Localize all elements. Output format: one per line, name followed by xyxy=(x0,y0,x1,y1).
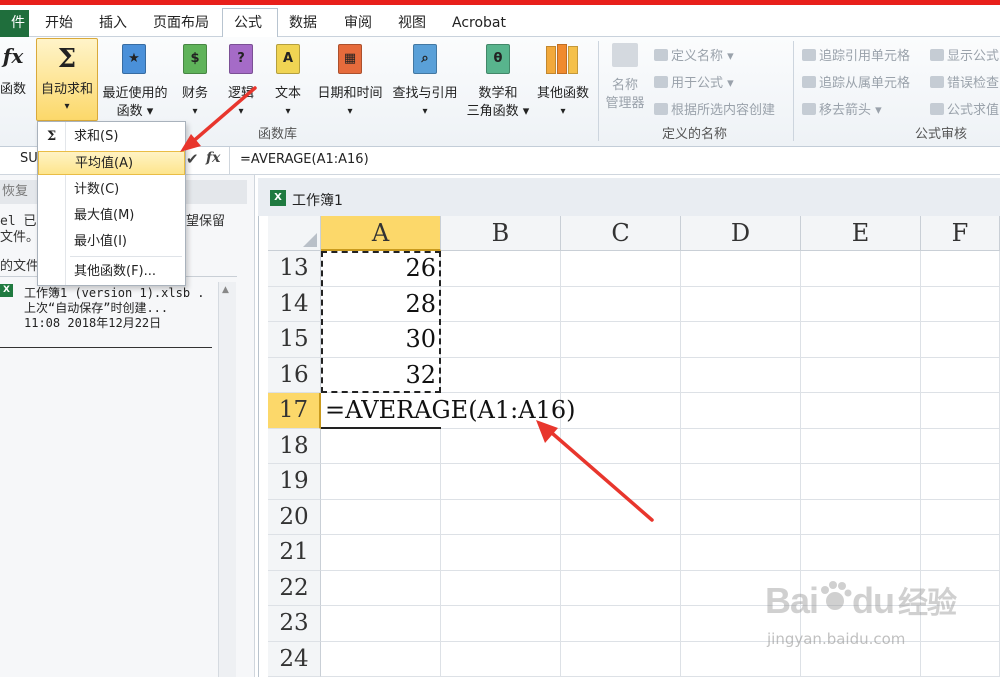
watermark-brand-cn: 经验 xyxy=(898,587,957,620)
arrow-to-average-line xyxy=(188,86,257,146)
watermark-brand-left: Bai xyxy=(765,580,819,621)
cell-a17-editing[interactable]: =AVERAGE(A1:A16) xyxy=(321,393,575,429)
baidu-watermark: Bai du 经验 jingyan.baidu.com xyxy=(765,570,965,650)
paw-icon xyxy=(818,580,852,622)
watermark-brand-right: du xyxy=(852,580,895,621)
arrow-to-formula-line xyxy=(543,425,654,522)
watermark-url: jingyan.baidu.com xyxy=(767,630,906,648)
